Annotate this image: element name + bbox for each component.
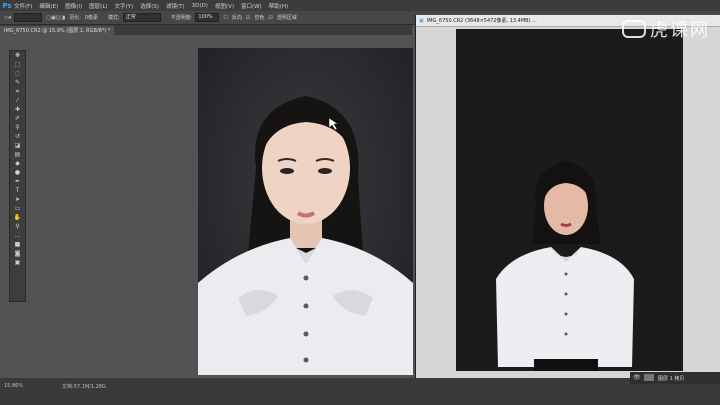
- eraser-icon[interactable]: ◪: [12, 142, 23, 150]
- reverse-checkbox[interactable]: ☐: [223, 15, 227, 21]
- color-swatches-icon[interactable]: ■: [12, 241, 23, 249]
- reverse-label: 反向: [231, 15, 242, 21]
- document-tab[interactable]: IMG_6750.CR2 @ 15.9% (图层 1, RGB/8*) *: [0, 25, 115, 35]
- full-portrait-canvas[interactable]: [456, 29, 683, 371]
- mode-label: 模式:: [108, 15, 120, 21]
- eye-icon[interactable]: 👁: [633, 374, 641, 381]
- eyedropper-icon[interactable]: ⁄: [12, 97, 23, 105]
- dither-label: 仿色: [254, 15, 265, 21]
- menu-3d[interactable]: 3D(D): [192, 3, 208, 9]
- transparency-checkbox[interactable]: ☑: [268, 15, 272, 21]
- floating-document-window: ▣ IMG_6750.CR2 (3648×5472像素, 13.4MB) ...: [415, 15, 720, 378]
- gradient-icon[interactable]: ▤: [12, 151, 23, 159]
- feather-value[interactable]: 0像素: [85, 14, 98, 21]
- zoom-level[interactable]: 15.86%: [4, 383, 23, 389]
- blur-tool-icon[interactable]: ◆: [12, 160, 23, 168]
- history-brush-icon[interactable]: ↺: [12, 133, 23, 141]
- document-tab-bar: IMG_6750.CR2 @ 15.9% (图层 1, RGB/8*) *: [0, 25, 412, 35]
- move-tool-icon[interactable]: ✥: [12, 52, 23, 60]
- photoshop-logo: Ps: [2, 1, 12, 10]
- menu-edit[interactable]: 编辑(E): [39, 2, 58, 10]
- pen-tool-icon[interactable]: ✒: [12, 178, 23, 186]
- menu-image[interactable]: 图像(I): [65, 2, 82, 10]
- dodge-tool-icon[interactable]: ●: [12, 169, 23, 177]
- watermark-logo-icon: [622, 20, 646, 38]
- menu-filter[interactable]: 滤镜(T): [166, 2, 185, 10]
- screen-mode-icon[interactable]: ▣: [12, 259, 23, 267]
- layers-panel: 👁 图层 1 拷贝: [630, 372, 720, 384]
- marquee-tool-icon[interactable]: ⬚: [12, 61, 23, 69]
- layer-name[interactable]: 图层 1 拷贝: [658, 375, 684, 382]
- menu-layer[interactable]: 图层(L): [89, 2, 107, 10]
- mode-select[interactable]: 正常: [122, 13, 161, 22]
- lasso-tool-icon[interactable]: ◌: [12, 70, 23, 78]
- menu-help[interactable]: 帮助(H): [269, 2, 288, 10]
- menu-window[interactable]: 窗口(W): [241, 2, 262, 10]
- lasso-tool-icon[interactable]: ▭▾: [4, 15, 11, 21]
- brush-tool-icon[interactable]: ✐: [12, 115, 23, 123]
- type-tool-icon[interactable]: T: [12, 187, 23, 195]
- feather-label: 羽化:: [69, 15, 81, 21]
- menu-type[interactable]: 文字(Y): [115, 2, 134, 10]
- more-tools-icon[interactable]: …: [12, 232, 23, 240]
- shape-tool-icon[interactable]: ▭: [12, 205, 23, 213]
- watermark: 虎课网: [622, 16, 710, 42]
- healing-brush-icon[interactable]: ✚: [12, 106, 23, 114]
- menu-select[interactable]: 选择(S): [140, 2, 159, 10]
- status-bar: 15.86% 文档:57.1M/1.28G: [0, 378, 720, 405]
- path-select-icon[interactable]: ➤: [12, 196, 23, 204]
- selection-mode-icons[interactable]: ▢▣◫◨: [46, 15, 65, 21]
- portrait-full-image: [456, 29, 683, 371]
- opacity-input[interactable]: 100%: [195, 13, 220, 22]
- stamp-tool-icon[interactable]: ⚲: [12, 124, 23, 132]
- document-canvas[interactable]: [198, 48, 413, 375]
- watermark-text: 虎课网: [650, 20, 710, 41]
- file-icon: ▣: [419, 17, 424, 24]
- menu-bar: Ps 文件(F) 编辑(E) 图像(I) 图层(L) 文字(Y) 选择(S) 滤…: [0, 0, 720, 11]
- quick-mask-icon[interactable]: ◙: [12, 250, 23, 258]
- dither-checkbox[interactable]: ☑: [246, 15, 250, 21]
- portrait-closeup-image: [198, 48, 413, 375]
- floating-window-title-text: IMG_6750.CR2 (3648×5472像素, 13.4MB) ...: [426, 18, 537, 24]
- layer-thumbnail: [644, 374, 654, 381]
- opacity-label: 不透明度:: [170, 15, 193, 21]
- toolbox: ✥ ⬚ ◌ ✎ ⌗ ⁄ ✚ ✐ ⚲ ↺ ◪ ▤ ◆ ● ✒ T ➤ ▭ ✋ ⚲ …: [9, 50, 26, 302]
- transparency-label: 透明区域: [276, 15, 297, 21]
- document-size: 文档:57.1M/1.28G: [62, 384, 106, 390]
- hand-tool-icon[interactable]: ✋: [12, 214, 23, 222]
- crop-tool-icon[interactable]: ⌗: [12, 88, 23, 96]
- quick-select-icon[interactable]: ✎: [12, 79, 23, 87]
- menu-view[interactable]: 视图(V): [215, 2, 234, 10]
- menu-file[interactable]: 文件(F): [14, 2, 32, 10]
- swatch-box[interactable]: [14, 13, 43, 22]
- zoom-tool-icon[interactable]: ⚲: [12, 223, 23, 231]
